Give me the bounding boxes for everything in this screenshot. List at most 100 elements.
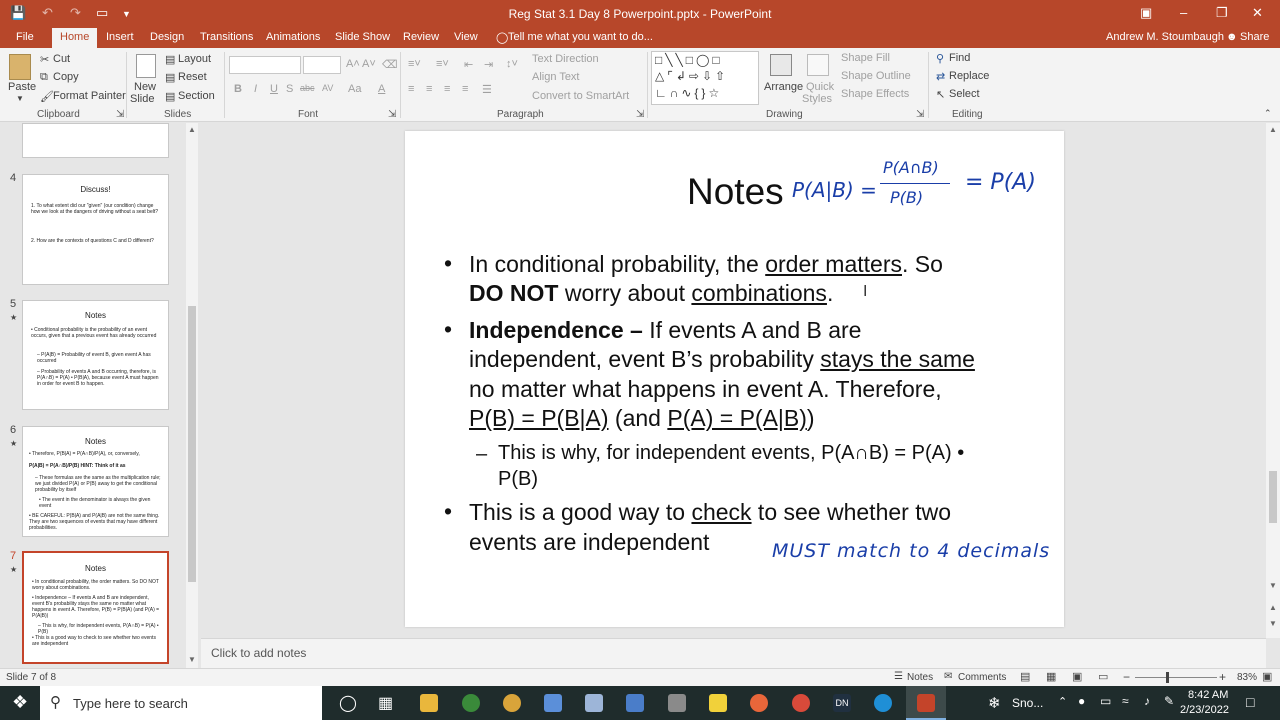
calculator-icon[interactable] bbox=[626, 694, 644, 712]
tab-animations[interactable]: Animations bbox=[266, 31, 320, 43]
scroll-up-icon[interactable]: ▲ bbox=[188, 125, 196, 134]
quick-styles-icon[interactable] bbox=[807, 54, 829, 76]
ribbon-display-icon[interactable]: ▣ bbox=[1140, 5, 1152, 21]
line-spacing-icon[interactable]: ↕˅ bbox=[506, 58, 518, 70]
close-button[interactable]: ✕ bbox=[1252, 5, 1263, 21]
show-hidden-icons[interactable]: ⌃ bbox=[1058, 695, 1067, 708]
wifi-icon[interactable]: ≈ bbox=[1122, 694, 1129, 708]
bullet-3-line-2[interactable]: events are independent bbox=[469, 528, 709, 558]
tab-home[interactable]: Home bbox=[52, 28, 98, 48]
font-launcher-icon[interactable]: ⇲ bbox=[388, 109, 396, 120]
shapes-row-2[interactable]: △⌜↲⇨⇩⇧ bbox=[655, 69, 728, 83]
slide-thumbnail-5[interactable]: Notes • Conditional probability is the p… bbox=[22, 300, 169, 410]
quick-styles-button[interactable]: Quick bbox=[806, 81, 834, 93]
align-text-button[interactable]: Align Text bbox=[532, 71, 580, 83]
cut-button[interactable]: Cut bbox=[53, 53, 70, 65]
reset-button[interactable]: Reset bbox=[178, 71, 207, 83]
slideshow-view-icon[interactable]: ▭ bbox=[1098, 670, 1108, 683]
justify-icon[interactable]: ≡ bbox=[462, 83, 468, 95]
char-spacing-button[interactable]: AV bbox=[322, 83, 333, 93]
tab-view[interactable]: View bbox=[454, 31, 478, 43]
app-icon[interactable] bbox=[544, 694, 562, 712]
grow-font-icon[interactable]: A˄ bbox=[346, 58, 360, 70]
zoom-out-icon[interactable]: − bbox=[1123, 670, 1130, 684]
scroll-thumb[interactable] bbox=[188, 306, 196, 582]
zoom-in-icon[interactable]: + bbox=[1219, 670, 1226, 684]
volume-icon[interactable]: ♪ bbox=[1144, 694, 1150, 708]
copy-button[interactable]: Copy bbox=[53, 71, 79, 83]
notes-toggle-button[interactable]: Notes bbox=[907, 672, 933, 683]
sticky-notes-icon[interactable] bbox=[709, 694, 727, 712]
convert-smartart-button[interactable]: Convert to SmartArt bbox=[532, 90, 629, 102]
task-view-icon[interactable]: ▦ bbox=[378, 693, 393, 713]
shape-outline-button[interactable]: Shape Outline bbox=[841, 70, 911, 82]
previous-slide-icon[interactable]: ▲ bbox=[1269, 603, 1277, 612]
firefox-icon[interactable] bbox=[750, 694, 768, 712]
sub-bullet-line-1[interactable]: This is why, for independent events, P(A… bbox=[498, 440, 964, 466]
increase-indent-icon[interactable]: ⇥ bbox=[484, 58, 493, 71]
zoom-slider-thumb[interactable] bbox=[1166, 672, 1169, 683]
tab-insert[interactable]: Insert bbox=[106, 31, 134, 43]
notes-placeholder[interactable]: Click to add notes bbox=[211, 646, 306, 660]
scroll-down-icon[interactable]: ▼ bbox=[1269, 581, 1277, 590]
file-explorer-icon[interactable] bbox=[420, 694, 438, 712]
notifications-icon[interactable]: □ bbox=[1246, 694, 1254, 710]
scroll-down-icon[interactable]: ▼ bbox=[188, 655, 196, 664]
decrease-indent-icon[interactable]: ⇤ bbox=[464, 58, 473, 71]
normal-view-icon[interactable]: ▤ bbox=[1020, 670, 1030, 683]
tab-review[interactable]: Review bbox=[403, 31, 439, 43]
share-button[interactable]: Share bbox=[1240, 31, 1269, 43]
cortana-icon[interactable]: ◯ bbox=[339, 693, 357, 713]
powerpoint-taskbar-button[interactable] bbox=[906, 686, 946, 720]
replace-button[interactable]: Replace bbox=[949, 70, 989, 82]
layout-button[interactable]: Layout bbox=[178, 53, 211, 65]
shapes-row-3[interactable]: ∟∩∿{}☆ bbox=[655, 86, 722, 100]
shapes-gallery[interactable]: □╲╲□◯□ △⌜↲⇨⇩⇧ ∟∩∿{}☆ bbox=[651, 51, 759, 105]
collapse-ribbon-icon[interactable]: ⌃ bbox=[1264, 108, 1272, 119]
bullet-2-line-4[interactable]: P(B) = P(B|A) (and P(A) = P(A|B)) bbox=[469, 404, 815, 434]
taskbar-search-box[interactable]: ⚲ Type here to search bbox=[40, 686, 322, 720]
font-color-button[interactable]: A bbox=[378, 83, 385, 95]
clear-format-icon[interactable]: ⌫ bbox=[382, 58, 398, 71]
change-case-button[interactable]: Aa bbox=[348, 83, 361, 95]
bullet-2-line-3[interactable]: no matter what happens in event A. There… bbox=[469, 375, 942, 405]
underline-button[interactable]: U bbox=[270, 83, 278, 95]
tab-transitions[interactable]: Transitions bbox=[200, 31, 253, 43]
clipboard-launcher-icon[interactable]: ⇲ bbox=[116, 109, 124, 120]
weather-text[interactable]: Sno... bbox=[1012, 696, 1043, 710]
italic-button[interactable]: I bbox=[254, 83, 257, 95]
font-size-input[interactable] bbox=[303, 56, 341, 74]
bullets-icon[interactable]: ≡˅ bbox=[408, 58, 421, 70]
bullet-2-line-2[interactable]: independent, event B’s probability stays… bbox=[469, 345, 975, 375]
chrome-profile-icon[interactable] bbox=[503, 694, 521, 712]
shape-fill-button[interactable]: Shape Fill bbox=[841, 52, 890, 64]
format-painter-button[interactable]: Format Painter bbox=[53, 90, 126, 102]
bullet-1-line-2[interactable]: DO NOT worry about combinations. bbox=[469, 279, 833, 309]
minimize-button[interactable]: – bbox=[1180, 5, 1187, 20]
next-slide-icon[interactable]: ▼ bbox=[1269, 619, 1277, 628]
editor-scrollbar[interactable]: ▲ ▼ ▲ ▼ bbox=[1266, 123, 1280, 638]
thumbnail-scrollbar[interactable]: ▲ ▼ bbox=[186, 123, 198, 668]
shrink-font-icon[interactable]: A˅ bbox=[362, 58, 376, 70]
slide-title[interactable]: Notes bbox=[687, 171, 784, 213]
people-icon[interactable]: ● bbox=[1078, 694, 1085, 708]
zoom-slider[interactable] bbox=[1135, 677, 1217, 678]
new-slide-icon[interactable] bbox=[136, 54, 156, 78]
text-direction-button[interactable]: Text Direction bbox=[532, 53, 599, 65]
snow-weather-icon[interactable]: ❄ bbox=[988, 694, 1001, 712]
battery-icon[interactable]: ▭ bbox=[1100, 694, 1111, 708]
section-button[interactable]: Section bbox=[178, 90, 215, 102]
slide-sorter-icon[interactable]: ▦ bbox=[1046, 670, 1056, 683]
shapes-row-1[interactable]: □╲╲□◯□ bbox=[655, 53, 723, 67]
quick-styles-button-line2[interactable]: Styles bbox=[802, 93, 832, 105]
windows-start-icon[interactable]: ❖ bbox=[12, 692, 28, 713]
new-slide-button[interactable]: New bbox=[134, 81, 156, 93]
strikethrough-button[interactable]: abc bbox=[300, 83, 315, 93]
align-right-icon[interactable]: ≡ bbox=[444, 83, 450, 95]
align-left-icon[interactable]: ≡ bbox=[408, 83, 414, 95]
paragraph-launcher-icon[interactable]: ⇲ bbox=[636, 109, 644, 120]
scroll-thumb[interactable] bbox=[1269, 471, 1277, 523]
user-name[interactable]: Andrew M. Stoumbaugh bbox=[1106, 31, 1224, 43]
tab-design[interactable]: Design bbox=[150, 31, 184, 43]
chrome-icon[interactable] bbox=[462, 694, 480, 712]
